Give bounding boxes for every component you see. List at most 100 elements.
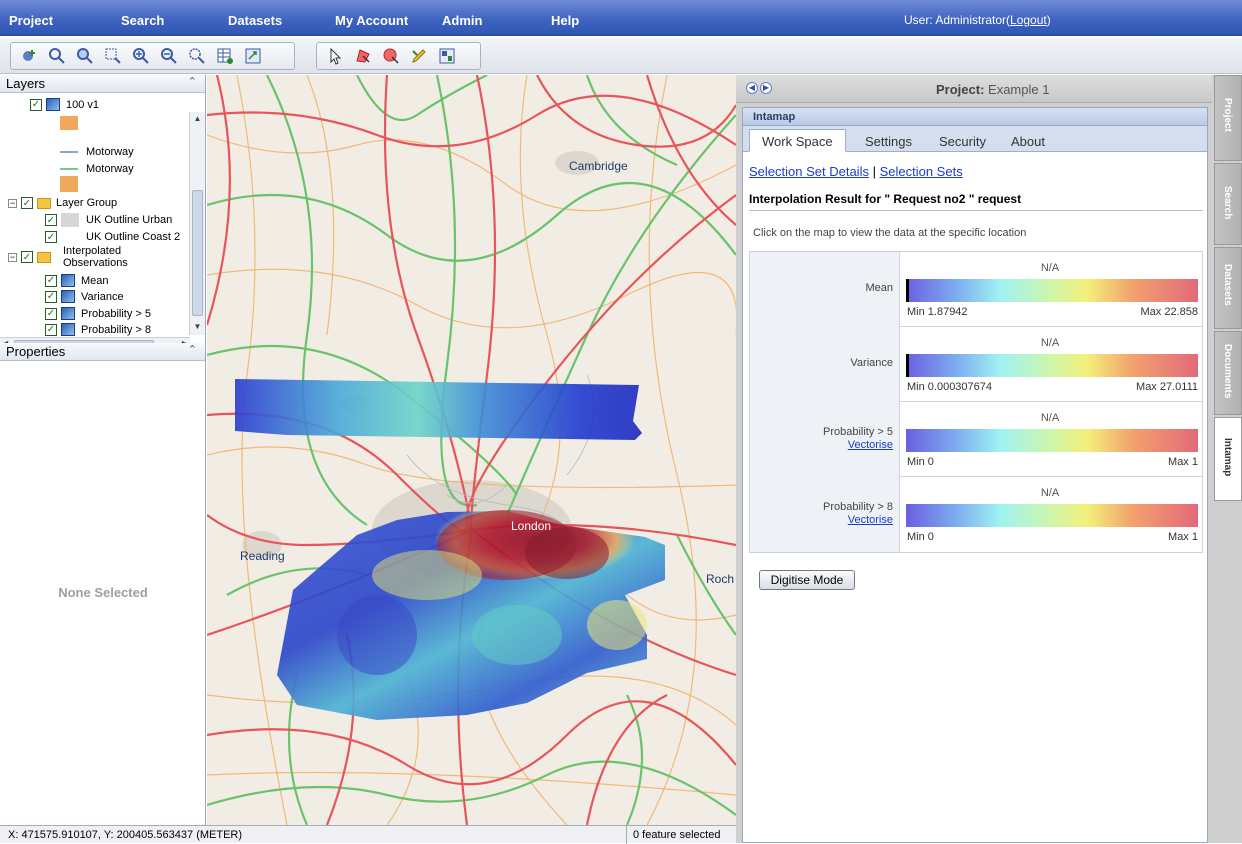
collapse-icon[interactable]: ⌃ — [188, 75, 197, 88]
digitise-mode-button[interactable]: Digitise Mode — [759, 570, 855, 590]
checkbox-icon[interactable]: ✓ — [30, 98, 42, 111]
layer-mean[interactable]: ✓ Mean — [45, 274, 109, 287]
row-min: Min 0 — [907, 456, 934, 468]
layers-title: Layers — [6, 76, 46, 91]
raster-icon — [61, 323, 75, 336]
nav-forward-icon[interactable]: ▶ — [760, 82, 772, 94]
checkbox-icon[interactable]: ✓ — [45, 323, 57, 336]
side-tab-intamap[interactable]: Intamap — [1214, 417, 1242, 501]
tab-settings[interactable]: Settings — [853, 130, 924, 152]
layer-prob8[interactable]: ✓ Probability > 8 — [45, 323, 151, 336]
layer-label: UK Outline Coast 2 — [86, 231, 181, 243]
nav-back-icon[interactable]: ◀ — [746, 82, 758, 94]
row-value: N/A — [1040, 487, 1060, 499]
select-polygon-icon[interactable] — [352, 45, 374, 67]
grey-swatch — [61, 213, 79, 227]
logout-link[interactable]: Logout — [1010, 13, 1047, 27]
zoom-layer-icon[interactable] — [74, 45, 96, 67]
layer-uk-outline-coast[interactable]: ✓ UK Outline Coast 2 — [45, 230, 180, 244]
side-tabs: Project Search Datasets Documents Intama… — [1212, 75, 1242, 843]
layer-100v1[interactable]: ✓ 100 v1 — [30, 98, 99, 111]
layer-uk-outline-urban[interactable]: ✓ UK Outline Urban — [45, 213, 172, 227]
select-layer-icon[interactable] — [436, 45, 458, 67]
layer-label: Variance — [81, 290, 124, 303]
row-min: Min 1.87942 — [907, 306, 968, 318]
value-marker — [906, 354, 909, 377]
side-tab-label: Intamap — [1222, 438, 1233, 477]
tab-about[interactable]: About — [999, 130, 1057, 152]
vectorise-link[interactable]: Vectorise — [848, 514, 893, 526]
menu-help[interactable]: Help — [551, 13, 579, 28]
row-max: Max 1 — [1168, 531, 1198, 543]
side-tab-label: Search — [1222, 186, 1233, 220]
coordinate-readout: X: 471575.910107, Y: 200405.563437 (METE… — [8, 829, 243, 841]
layer-interpolated[interactable]: − ✓ — [8, 251, 56, 263]
color-ramp — [906, 354, 1198, 377]
collapse-icon[interactable]: ⌃ — [188, 343, 197, 356]
zoom-in-icon[interactable] — [130, 45, 152, 67]
menu-project[interactable]: Project — [9, 13, 53, 28]
layer-group[interactable]: − ✓ Layer Group — [8, 197, 117, 209]
side-tab-documents[interactable]: Documents — [1214, 331, 1242, 415]
layer-tree: ✓ 100 v1 Motorway Motorway − ✓ Layer Group … — [0, 93, 205, 343]
result-row-prob5: Probability > 5 Vectorise N/A Min 0 Max 1 — [750, 402, 1202, 477]
row-value: N/A — [1040, 337, 1060, 349]
table-icon[interactable] — [214, 45, 236, 67]
checkbox-icon[interactable]: ✓ — [45, 214, 57, 226]
scroll-thumb[interactable] — [192, 190, 203, 316]
layer-vertical-scrollbar[interactable]: ▲ ▼ — [189, 112, 205, 335]
zoom-full-icon[interactable] — [186, 45, 208, 67]
zoom-box-icon[interactable] — [102, 45, 124, 67]
project-header: ◀ ▶ Project: Example 1 — [736, 75, 1212, 103]
legend-motorway-green: Motorway — [60, 163, 134, 175]
pointer-icon[interactable] — [324, 45, 346, 67]
zoom-extent-icon[interactable] — [46, 45, 68, 67]
checkbox-icon[interactable]: ✓ — [45, 290, 57, 303]
result-row-variance: Variance N/A Min 0.000307674 Max 27.0111 — [750, 327, 1202, 402]
scroll-up-icon[interactable]: ▲ — [192, 114, 203, 125]
checkbox-icon[interactable]: ✓ — [45, 274, 57, 287]
checkbox-icon[interactable]: ✓ — [45, 307, 57, 320]
refresh-map-icon[interactable] — [242, 45, 264, 67]
color-ramp — [906, 429, 1198, 452]
line-swatch — [60, 151, 78, 153]
checkbox-icon[interactable]: ✓ — [21, 197, 33, 209]
tab-security[interactable]: Security — [927, 130, 998, 152]
result-row-prob8: Probability > 8 Vectorise N/A Min 0 Max 1 — [750, 477, 1202, 552]
scroll-down-icon[interactable]: ▼ — [192, 322, 203, 333]
layer-label: 100 v1 — [66, 98, 100, 111]
legend-swatch-orange-2 — [60, 176, 78, 192]
menu-my-account[interactable]: My Account — [335, 13, 408, 28]
side-tab-search[interactable]: Search — [1214, 163, 1242, 245]
selection-set-details-link[interactable]: Selection Set Details — [749, 164, 869, 179]
checkbox-icon[interactable]: ✓ — [21, 251, 33, 263]
collapse-tree-icon[interactable]: − — [8, 252, 17, 262]
result-row-mean: Mean N/A Min 1.87942 Max 22.858 — [750, 252, 1202, 327]
side-tab-datasets[interactable]: Datasets — [1214, 247, 1242, 329]
zoom-out-icon[interactable] — [158, 45, 180, 67]
collapse-tree-icon[interactable]: − — [8, 198, 17, 208]
row-label: Probability > 8 — [822, 501, 893, 513]
layer-prob5[interactable]: ✓ Probability > 5 — [45, 307, 151, 320]
map-label-reading: Reading — [240, 549, 285, 563]
vectorise-link[interactable]: Vectorise — [848, 439, 893, 451]
menu-datasets[interactable]: Datasets — [228, 13, 282, 28]
menu-search[interactable]: Search — [121, 13, 164, 28]
add-layer-icon[interactable] — [18, 45, 40, 67]
map-label-london: London — [511, 519, 551, 533]
checkbox-icon[interactable]: ✓ — [45, 231, 57, 243]
selection-sets-link[interactable]: Selection Sets — [880, 164, 963, 179]
menu-admin[interactable]: Admin — [442, 13, 482, 28]
user-suffix: ) — [1046, 13, 1051, 27]
layer-variance[interactable]: ✓ Variance — [45, 290, 124, 303]
tab-work-space[interactable]: Work Space — [749, 129, 846, 152]
folder-icon — [37, 251, 51, 263]
row-label-cell: Probability > 8 Vectorise — [750, 477, 900, 552]
right-panel: ◀ ▶ Project: Example 1 Intamap Work Spac… — [736, 75, 1242, 843]
color-ramp — [906, 504, 1198, 527]
row-value: N/A — [1040, 262, 1060, 274]
edit-feature-icon[interactable] — [408, 45, 430, 67]
select-circle-icon[interactable] — [380, 45, 402, 67]
map-canvas[interactable]: Cambridge London Reading Roch — [207, 75, 736, 825]
side-tab-project[interactable]: Project — [1214, 75, 1242, 161]
